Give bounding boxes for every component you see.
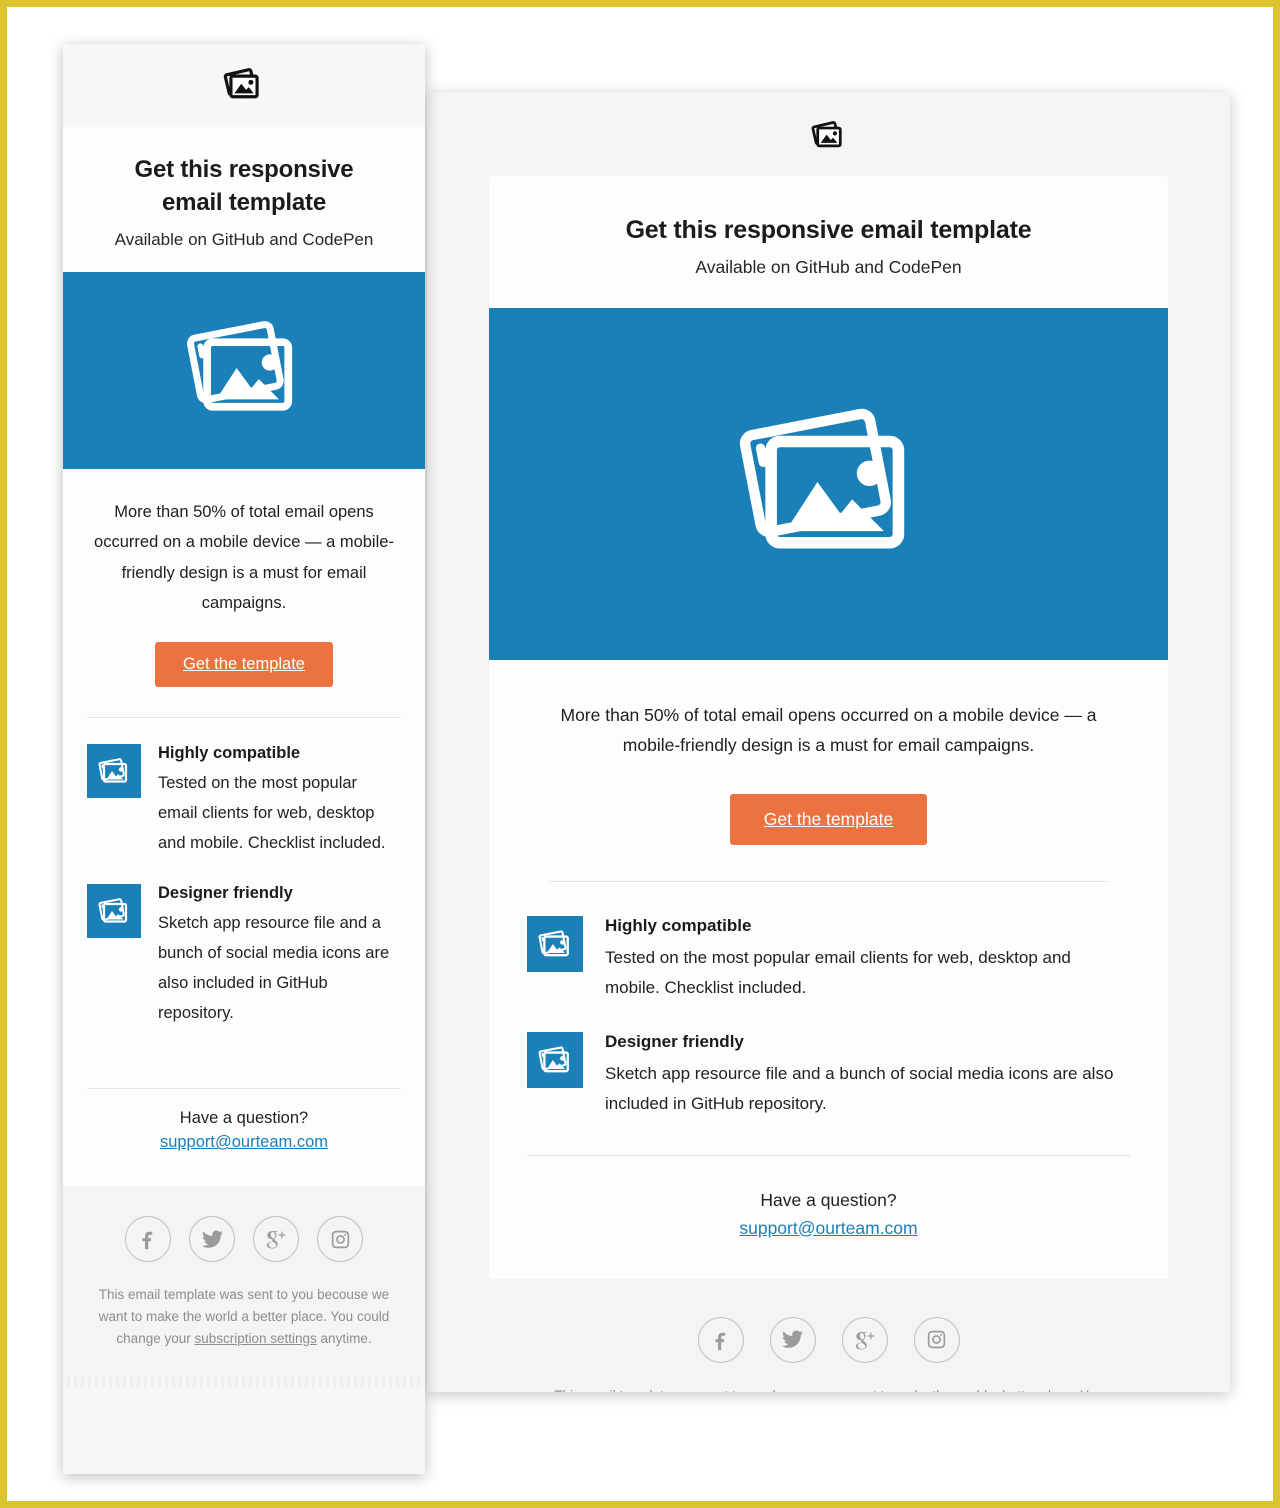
email-body: More than 50% of total email opens occur…	[63, 469, 425, 687]
list-item: Highly compatible Tested on the most pop…	[87, 743, 401, 858]
get-template-button[interactable]: Get the template	[729, 794, 928, 846]
feature-list: Highly compatible Tested on the most pop…	[63, 718, 425, 1058]
mobile-logo-area	[63, 44, 425, 127]
lede-text: More than 50% of total email opens occur…	[94, 503, 394, 612]
question-label: Have a question?	[179, 1109, 309, 1128]
social-links	[63, 1216, 425, 1284]
email-body: More than 50% of total email opens occur…	[489, 660, 1168, 883]
photos-icon	[527, 916, 583, 973]
photos-icon	[185, 316, 303, 425]
divider	[527, 1154, 1130, 1156]
feature-title: Designer friendly	[158, 884, 293, 903]
desktop-email-card: Get this responsive email template Avail…	[489, 176, 1168, 1279]
get-template-button[interactable]: Get the template	[155, 641, 333, 687]
legal-part-2: anytime.	[316, 1330, 372, 1346]
feature-title: Designer friendly	[605, 1032, 744, 1052]
list-item: Designer friendly Sketch app resource fi…	[87, 884, 401, 1028]
feature-body: Tested on the most popular email clients…	[158, 773, 386, 852]
mobile-email-preview: Get this responsive email template Availa…	[63, 44, 425, 1474]
page-subtitle: Available on GitHub and CodePen	[114, 230, 374, 250]
list-item: Designer friendly Sketch app resource fi…	[527, 1032, 1130, 1118]
hero-banner	[63, 272, 425, 470]
support-block: Have a question? support@ourteam.com	[489, 1163, 1168, 1279]
mobile-email-card: Get this responsive email template Availa…	[63, 127, 425, 1187]
feature-list: Highly compatible Tested on the most pop…	[489, 882, 1168, 1164]
desktop-logo-area	[427, 92, 1230, 176]
email-header: Get this responsive email template Avail…	[489, 176, 1168, 308]
google-plus-icon[interactable]	[253, 1216, 299, 1263]
photos-icon	[87, 884, 141, 939]
feature-title: Highly compatible	[158, 743, 301, 762]
photos-icon	[736, 401, 922, 568]
page-title-line-1: Get this responsive	[134, 156, 354, 183]
question-label: Have a question?	[760, 1189, 897, 1210]
instagram-icon[interactable]	[317, 1216, 363, 1263]
legal-text: This email template was sent to you beco…	[63, 1284, 425, 1376]
mobile-footer: This email template was sent to you beco…	[63, 1186, 425, 1388]
legal-part-1: This email template was sent to you beco…	[554, 1388, 1103, 1393]
legal-text: This email template was sent to you beco…	[427, 1385, 1230, 1393]
feature-body: Sketch app resource file and a bunch of …	[605, 1064, 1114, 1113]
list-item: Highly compatible Tested on the most pop…	[527, 916, 1130, 1002]
facebook-icon[interactable]	[125, 1216, 171, 1263]
support-block: Have a question? support@ourteam.com	[63, 1089, 425, 1186]
desktop-email-preview: Get this responsive email template Avail…	[427, 92, 1230, 1392]
feature-body: Sketch app resource file and a bunch of …	[158, 914, 390, 1023]
instagram-icon[interactable]	[913, 1316, 960, 1363]
facebook-icon[interactable]	[697, 1316, 744, 1363]
twitter-icon[interactable]	[769, 1316, 816, 1363]
support-email-link[interactable]: support@ourteam.com	[739, 1218, 917, 1238]
clipped-content-strip	[67, 1375, 421, 1388]
social-links	[427, 1279, 1230, 1385]
photos-icon	[87, 743, 141, 798]
hero-banner	[489, 308, 1168, 660]
subscription-settings-link[interactable]: subscription settings	[194, 1331, 316, 1346]
feature-title: Highly compatible	[605, 916, 752, 936]
page-title-line-2: email template	[162, 189, 326, 217]
photos-icon	[222, 61, 266, 110]
support-email-link[interactable]: support@ourteam.com	[160, 1133, 328, 1151]
preview-stage: Get this responsive email template Avail…	[7, 7, 1273, 1501]
page-title: Get this responsive email template	[625, 216, 1032, 244]
feature-body: Tested on the most popular email clients…	[605, 948, 1071, 997]
google-plus-icon[interactable]	[841, 1316, 888, 1363]
lede-text: More than 50% of total email opens occur…	[560, 705, 1097, 756]
page-title: Get this responsive email template	[81, 153, 407, 219]
twitter-icon[interactable]	[189, 1216, 235, 1263]
page-subtitle: Available on GitHub and CodePen	[695, 257, 962, 277]
email-header: Get this responsive email template Availa…	[63, 127, 425, 272]
photos-icon	[810, 115, 848, 158]
photos-icon	[527, 1032, 583, 1089]
